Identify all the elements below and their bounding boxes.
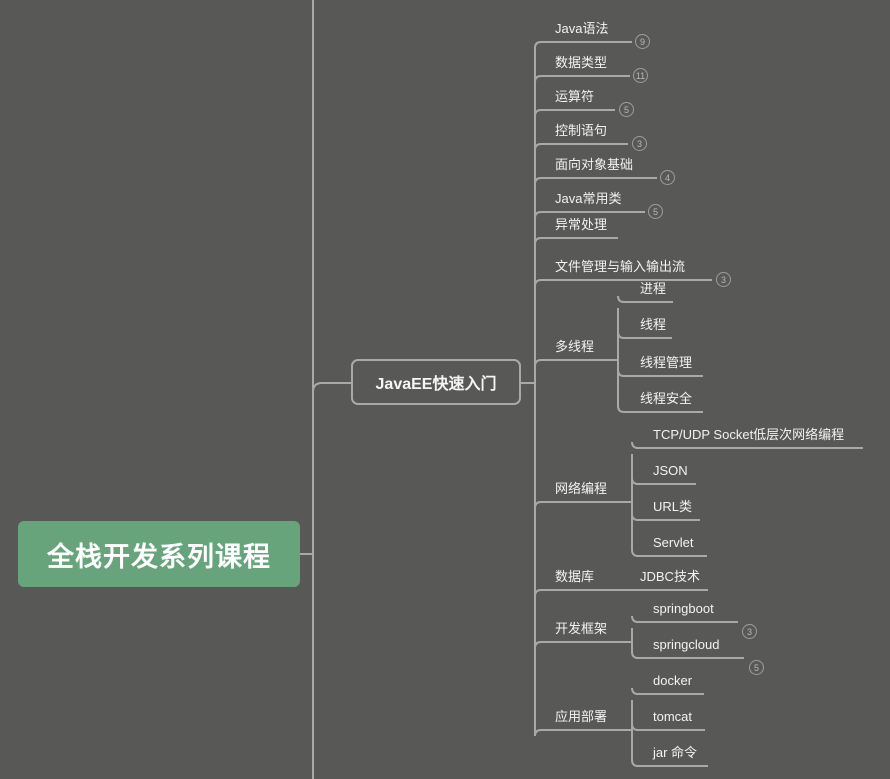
subtopic-node[interactable]: 线程管理 [640,355,692,371]
main-topic-label: JavaEE快速入门 [375,376,497,393]
child-count-badge[interactable]: 9 [635,34,650,49]
topic-node[interactable]: 应用部署 [555,709,607,725]
child-count-badge[interactable]: 5 [749,660,764,675]
child-count-badge[interactable]: 11 [633,68,648,83]
topic-node[interactable]: 文件管理与输入输出流 [555,259,685,275]
subtopic-node[interactable]: springboot [653,601,714,617]
root-node-label: 全栈开发系列课程 [47,541,271,572]
topic-underline [534,237,618,245]
topic-underline [534,589,708,597]
topic-underline [534,41,632,49]
topic-node[interactable]: 开发框架 [555,621,607,637]
subtopic-node[interactable]: 进程 [640,281,666,297]
child-count-badge[interactable]: 3 [742,624,757,639]
subtopic-node[interactable]: Servlet [653,535,693,551]
topic-underline [534,75,630,83]
topic-node[interactable]: 数据类型 [555,55,607,71]
subtopic-node[interactable]: 线程 [640,317,666,333]
topic-underline [534,641,632,649]
child-count-badge[interactable]: 5 [648,204,663,219]
topic-underline [534,177,657,185]
main-topic-node[interactable]: JavaEE快速入门 [351,359,521,405]
topic-underline [534,143,628,151]
root-node[interactable]: 全栈开发系列课程 [18,521,300,587]
topic-node[interactable]: 异常处理 [555,217,607,233]
topic-node[interactable]: 多线程 [555,339,594,355]
subtopic-node[interactable]: docker [653,673,692,689]
subtopic-node[interactable]: jar 命令 [653,745,697,761]
subtopic-node[interactable]: JDBC技术 [640,569,700,585]
subtopic-node[interactable]: TCP/UDP Socket低层次网络编程 [653,427,844,443]
topic-node[interactable]: 控制语句 [555,123,607,139]
topic-underline [534,501,632,509]
subtopic-node[interactable]: tomcat [653,709,692,725]
child-count-badge[interactable]: 3 [632,136,647,151]
subtopic-node[interactable]: JSON [653,463,688,479]
subtopic-node[interactable]: springcloud [653,637,720,653]
topic-node[interactable]: 运算符 [555,89,594,105]
topic-underline [534,359,618,367]
topic-node[interactable]: Java语法 [555,21,608,37]
topic-underline [534,109,615,117]
child-count-badge[interactable]: 5 [619,102,634,117]
topic-node[interactable]: 面向对象基础 [555,157,633,173]
topic-underline [534,729,632,737]
topic-underline [534,279,712,287]
topic-node[interactable]: 数据库 [555,569,594,585]
subtopic-node[interactable]: 线程安全 [640,391,692,407]
subtopic-node[interactable]: URL类 [653,499,692,515]
main-connector [312,382,351,393]
topic-node[interactable]: 网络编程 [555,481,607,497]
child-count-badge[interactable]: 3 [716,272,731,287]
topic-node[interactable]: Java常用类 [555,191,621,207]
child-count-badge[interactable]: 4 [660,170,675,185]
